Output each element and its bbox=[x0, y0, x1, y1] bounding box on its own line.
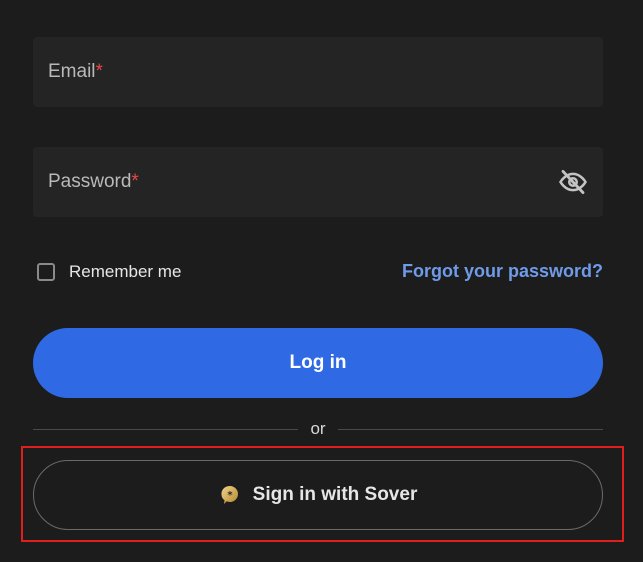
sign-in-with-sover-button[interactable]: * Sign in with Sover bbox=[33, 460, 603, 530]
sover-logo-icon: * bbox=[219, 484, 241, 506]
login-button[interactable]: Log in bbox=[33, 328, 603, 398]
svg-text:*: * bbox=[227, 490, 233, 501]
email-input[interactable] bbox=[33, 37, 603, 107]
sover-button-label: Sign in with Sover bbox=[252, 484, 418, 505]
divider-line-right bbox=[337, 428, 603, 430]
or-divider: or bbox=[33, 418, 603, 440]
divider-or-text: or bbox=[310, 419, 326, 438]
eye-off-icon[interactable] bbox=[557, 166, 589, 198]
forgot-password-link[interactable]: Forgot your password? bbox=[402, 261, 603, 282]
login-page: Email* Password* Remember me Forgot your… bbox=[0, 0, 643, 562]
remember-me-label: Remember me bbox=[69, 262, 182, 281]
password-field[interactable]: Password* bbox=[33, 147, 603, 217]
password-input[interactable] bbox=[33, 147, 603, 217]
remember-me-checkbox[interactable]: Remember me bbox=[37, 262, 181, 282]
email-field[interactable]: Email* bbox=[33, 37, 603, 107]
checkbox-box[interactable] bbox=[37, 263, 55, 281]
divider-line-left bbox=[33, 428, 299, 430]
